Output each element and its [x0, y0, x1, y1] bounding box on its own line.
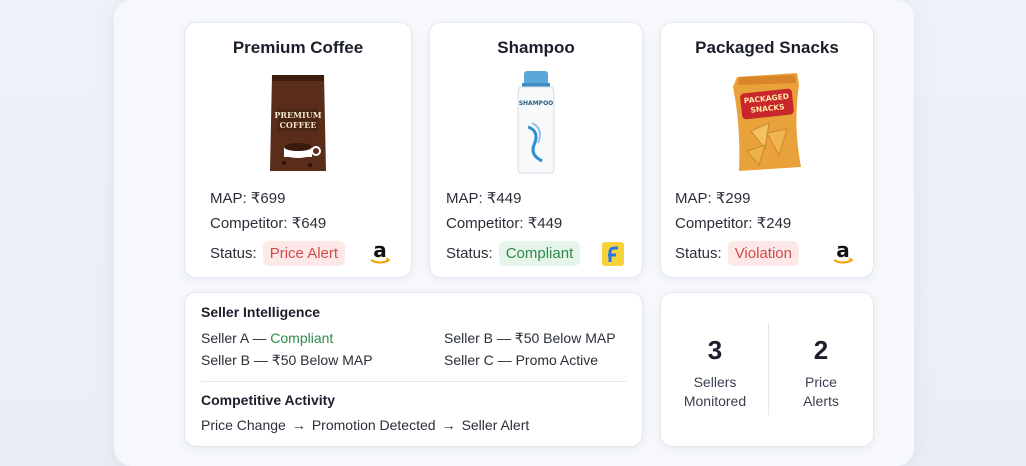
- seller-a-label: Seller A —: [201, 330, 271, 346]
- competitor-value: ₹649: [291, 215, 327, 232]
- competitor-line: Competitor: ₹249: [675, 214, 791, 232]
- status-row: Status: Compliant: [446, 241, 581, 266]
- competitor-label: Competitor:: [446, 215, 524, 232]
- product-card-shampoo[interactable]: Shampoo SHAMPOO MAP: ₹449 Competitor: ₹4…: [429, 22, 643, 278]
- amazon-icon[interactable]: a: [368, 240, 392, 266]
- product-title: Shampoo: [497, 38, 575, 57]
- seller-intelligence-title: Seller Intelligence: [201, 304, 321, 320]
- stats-card: 3 Sellers Monitored 2 Price Alerts: [660, 292, 874, 447]
- stat-sellers-monitored: 3 Sellers Monitored: [661, 293, 769, 445]
- status-row: Status: Price Alert: [210, 241, 346, 266]
- flipkart-icon[interactable]: [602, 242, 624, 266]
- product-title: Packaged Snacks: [695, 38, 839, 57]
- status-badge: Compliant: [498, 241, 581, 266]
- seller-a-status: Seller A — Compliant: [201, 330, 333, 346]
- map-line: MAP: ₹699: [210, 189, 285, 207]
- section-divider: [201, 381, 626, 382]
- status-row: Status: Violation: [675, 241, 799, 266]
- stat-value: 2: [813, 335, 829, 365]
- product-card-packaged-snacks[interactable]: Packaged Snacks PACKAGED SNACKS MAP: ₹29…: [660, 22, 874, 278]
- status-badge: Price Alert: [262, 241, 346, 266]
- stat-label: Price Alerts: [767, 373, 875, 411]
- competitive-activity-title: Competitive Activity: [201, 392, 336, 408]
- activity-flow: Price Change → Promotion Detected → Seller A…: [201, 417, 529, 433]
- competitor-value: ₹449: [527, 215, 563, 232]
- map-label: MAP:: [675, 190, 712, 207]
- stat-value: 3: [707, 335, 723, 365]
- seller-b-status-2: Seller B — ₹50 Below MAP: [201, 352, 373, 368]
- arrow-right-icon: →: [291, 417, 306, 433]
- map-label: MAP:: [210, 190, 247, 207]
- product-title: Premium Coffee: [232, 38, 364, 57]
- status-label: Status:: [446, 245, 493, 262]
- svg-text:SHAMPOO: SHAMPOO: [519, 100, 554, 107]
- competitor-line: Competitor: ₹449: [446, 214, 562, 232]
- stat-label-line1: Sellers: [693, 374, 737, 390]
- competitor-value: ₹249: [756, 215, 792, 232]
- svg-text:PREMIUM: PREMIUM: [274, 110, 321, 120]
- competitor-line: Competitor: ₹649: [210, 214, 326, 232]
- map-line: MAP: ₹299: [675, 189, 750, 207]
- svg-text:COFFEE: COFFEE: [280, 120, 317, 130]
- stat-price-alerts: 2 Price Alerts: [767, 293, 875, 445]
- competitor-label: Competitor:: [675, 215, 753, 232]
- stat-label-line2: Alerts: [803, 393, 839, 409]
- map-value: ₹449: [486, 190, 522, 207]
- seller-intelligence-card: Seller Intelligence Seller A — Compliant…: [184, 292, 643, 447]
- map-label: MAP:: [446, 190, 483, 207]
- svg-text:a: a: [373, 240, 387, 262]
- seller-b-status: Seller B — ₹50 Below MAP: [444, 330, 616, 346]
- status-badge: Violation: [727, 241, 799, 266]
- stat-label-line1: Price: [805, 374, 837, 390]
- flow-step-seller-alert: Seller Alert: [461, 417, 530, 433]
- map-line: MAP: ₹449: [446, 189, 521, 207]
- flow-step-price-change: Price Change: [201, 417, 286, 433]
- status-label: Status:: [675, 245, 722, 262]
- stat-label-line2: Monitored: [683, 393, 747, 409]
- flow-step-promotion-detected: Promotion Detected: [311, 417, 436, 433]
- map-value: ₹699: [250, 190, 286, 207]
- status-label: Status:: [210, 245, 257, 262]
- amazon-icon[interactable]: a: [831, 240, 855, 266]
- shampoo-bottle-image: SHAMPOO: [517, 71, 555, 174]
- coffee-bag-image: PREMIUM COFFEE: [270, 75, 326, 171]
- seller-a-compliant: Compliant: [270, 330, 334, 346]
- stat-label: Sellers Monitored: [661, 373, 769, 411]
- map-value: ₹299: [715, 190, 751, 207]
- seller-c-status: Seller C — Promo Active: [444, 352, 599, 368]
- competitor-label: Competitor:: [210, 215, 288, 232]
- svg-text:a: a: [836, 240, 850, 262]
- product-card-premium-coffee[interactable]: Premium Coffee PREMIUM COFFEE MAP: ₹699 …: [184, 22, 412, 278]
- snack-pack-image: PACKAGED SNACKS: [733, 73, 801, 171]
- arrow-right-icon: →: [441, 417, 456, 433]
